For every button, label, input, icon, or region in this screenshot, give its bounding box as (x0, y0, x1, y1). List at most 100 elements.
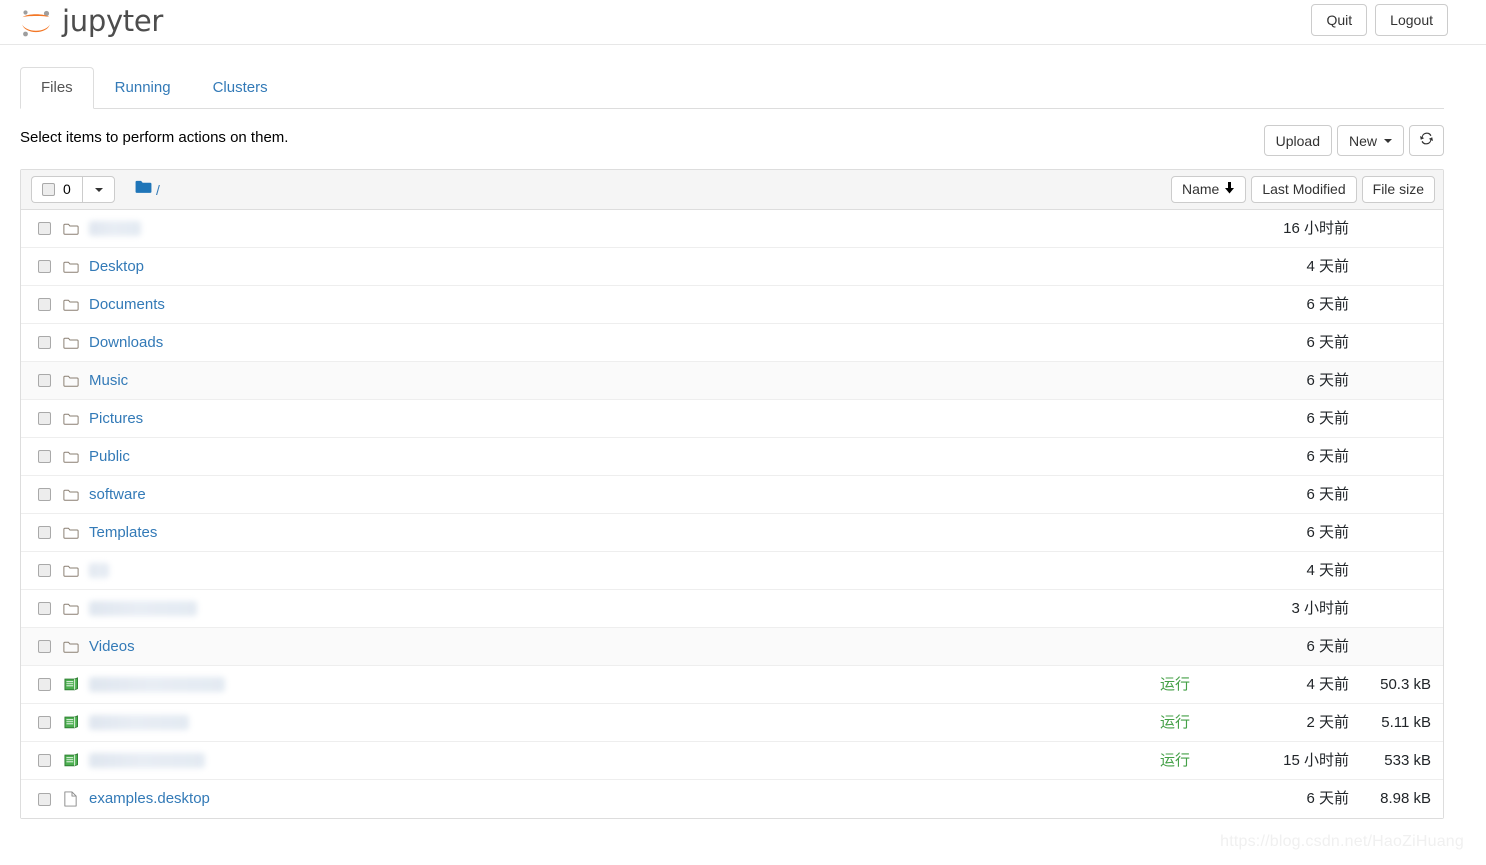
list-header: Select items to perform actions on them.… (20, 125, 1444, 157)
file-row-meta: 6 天前 (1199, 485, 1431, 505)
main-tabs-container: Files Running Clusters (20, 67, 1444, 109)
file-row[interactable]: 3 小时前 (21, 590, 1443, 628)
file-row[interactable]: Downloads 6 天前 (21, 324, 1443, 362)
file-row[interactable]: 运行 15 小时前 533 kB (21, 742, 1443, 780)
file-row-checkbox[interactable] (38, 602, 51, 615)
file-row[interactable]: 4 天前 (21, 552, 1443, 590)
chevron-down-icon (1384, 138, 1392, 143)
file-row-checkbox[interactable] (38, 222, 51, 235)
file-row[interactable]: examples.desktop 6 天前 8.98 kB (21, 780, 1443, 818)
file-row-name[interactable]: examples.desktop (89, 789, 210, 809)
file-row[interactable]: Pictures 6 天前 (21, 400, 1443, 438)
file-row-name[interactable]: Documents (89, 295, 165, 315)
sort-by-name-button[interactable]: Name (1171, 176, 1247, 203)
quit-button[interactable]: Quit (1311, 4, 1368, 36)
file-row-checkbox[interactable] (38, 336, 51, 349)
file-row-name[interactable]: software (89, 485, 146, 505)
file-row[interactable]: software 6 天前 (21, 476, 1443, 514)
file-row-checkbox[interactable] (38, 412, 51, 425)
folder-icon (63, 412, 89, 426)
upload-button[interactable]: Upload (1263, 125, 1332, 156)
tab-clusters-label[interactable]: Clusters (192, 67, 289, 109)
tab-files[interactable]: Files (20, 67, 94, 109)
file-row-checkbox[interactable] (38, 374, 51, 387)
file-row-checkbox-cell (31, 450, 63, 463)
file-row-checkbox[interactable] (38, 716, 51, 729)
file-row-checkbox[interactable] (38, 678, 51, 691)
file-row[interactable]: Desktop 4 天前 (21, 248, 1443, 286)
file-row-meta: 6 天前 8.98 kB (1199, 789, 1431, 809)
file-row[interactable]: 运行 4 天前 50.3 kB (21, 666, 1443, 704)
tab-clusters[interactable]: Clusters (192, 67, 289, 109)
jupyter-brand-text: jupyter (62, 3, 164, 38)
breadcrumb-root-link[interactable]: / (156, 182, 160, 198)
folder-icon (63, 640, 89, 654)
file-row-name[interactable]: Public (89, 447, 130, 467)
file-row-size: 50.3 kB (1380, 675, 1431, 693)
file-row-modified: 4 天前 (1306, 675, 1349, 693)
new-button-label: New (1348, 132, 1377, 149)
notebook-icon (63, 715, 89, 730)
file-row-checkbox[interactable] (38, 564, 51, 577)
file-row-checkbox[interactable] (38, 526, 51, 539)
file-row-checkbox-cell (31, 260, 63, 273)
selection-dropdown-button[interactable] (82, 176, 115, 203)
file-row[interactable]: Documents 6 天前 (21, 286, 1443, 324)
refresh-button[interactable] (1409, 125, 1444, 156)
file-row-size: 8.98 kB (1380, 790, 1431, 807)
file-row[interactable]: Music 6 天前 (21, 362, 1443, 400)
file-row-meta: 16 小时前 (1199, 219, 1431, 239)
file-row-checkbox[interactable] (38, 640, 51, 653)
logout-button[interactable]: Logout (1375, 4, 1448, 36)
file-row-checkbox[interactable] (38, 450, 51, 463)
notebook-icon (63, 677, 89, 692)
file-icon (63, 791, 89, 807)
refresh-icon (1419, 131, 1434, 150)
tab-running[interactable]: Running (94, 67, 192, 109)
header-action-buttons: Upload New (1263, 125, 1444, 156)
file-row-name[interactable]: Templates (89, 523, 157, 543)
top-navbar: jupyter Quit Logout (0, 0, 1486, 45)
tab-files-label[interactable]: Files (20, 67, 94, 109)
file-row-checkbox[interactable] (38, 298, 51, 311)
sort-by-file-size-button[interactable]: File size (1361, 176, 1435, 203)
file-row-checkbox[interactable] (38, 754, 51, 767)
selected-count-label: 0 (63, 181, 71, 197)
file-row-checkbox-cell (31, 678, 63, 691)
file-row-meta: 6 天前 (1199, 371, 1431, 391)
file-row-name[interactable]: Videos (89, 637, 135, 657)
file-row-meta: 6 天前 (1199, 637, 1431, 657)
file-row[interactable]: Public 6 天前 (21, 438, 1443, 476)
file-row-meta: 6 天前 (1199, 295, 1431, 315)
folder-icon (63, 526, 89, 540)
file-row-checkbox[interactable] (38, 792, 51, 806)
select-all-checkbox[interactable] (42, 183, 55, 196)
file-row[interactable]: Templates 6 天前 (21, 514, 1443, 552)
jupyter-logo-link[interactable]: jupyter (18, 0, 163, 45)
file-row-modified: 4 天前 (1306, 257, 1349, 275)
file-row-meta: 运行 15 小时前 533 kB (1160, 751, 1431, 771)
file-row-checkbox[interactable] (38, 488, 51, 501)
upload-button-label: Upload (1275, 132, 1320, 149)
breadcrumb: / (135, 180, 160, 199)
file-row[interactable]: Videos 6 天前 (21, 628, 1443, 666)
file-row-meta: 6 天前 (1199, 447, 1431, 467)
file-row-checkbox-cell (31, 716, 63, 729)
file-row[interactable]: 16 小时前 (21, 210, 1443, 248)
file-row-checkbox-cell (31, 488, 63, 501)
file-row-name[interactable]: Desktop (89, 257, 144, 277)
select-all-container[interactable]: 0 (31, 176, 82, 203)
file-row-modified: 16 小时前 (1283, 219, 1349, 237)
file-row-checkbox-cell (31, 602, 63, 615)
file-row-checkbox-cell (31, 754, 63, 767)
file-row-name[interactable]: Music (89, 371, 128, 391)
new-dropdown-button[interactable]: New (1336, 125, 1404, 156)
file-row-name[interactable]: Pictures (89, 409, 143, 429)
file-row-meta: 3 小时前 (1199, 599, 1431, 619)
tab-running-label[interactable]: Running (94, 67, 192, 109)
file-row-checkbox[interactable] (38, 260, 51, 273)
file-row-name[interactable]: Downloads (89, 333, 163, 353)
sort-by-last-modified-button[interactable]: Last Modified (1251, 176, 1357, 203)
running-status-badge: 运行 (1159, 713, 1190, 731)
file-row[interactable]: 运行 2 天前 5.11 kB (21, 704, 1443, 742)
